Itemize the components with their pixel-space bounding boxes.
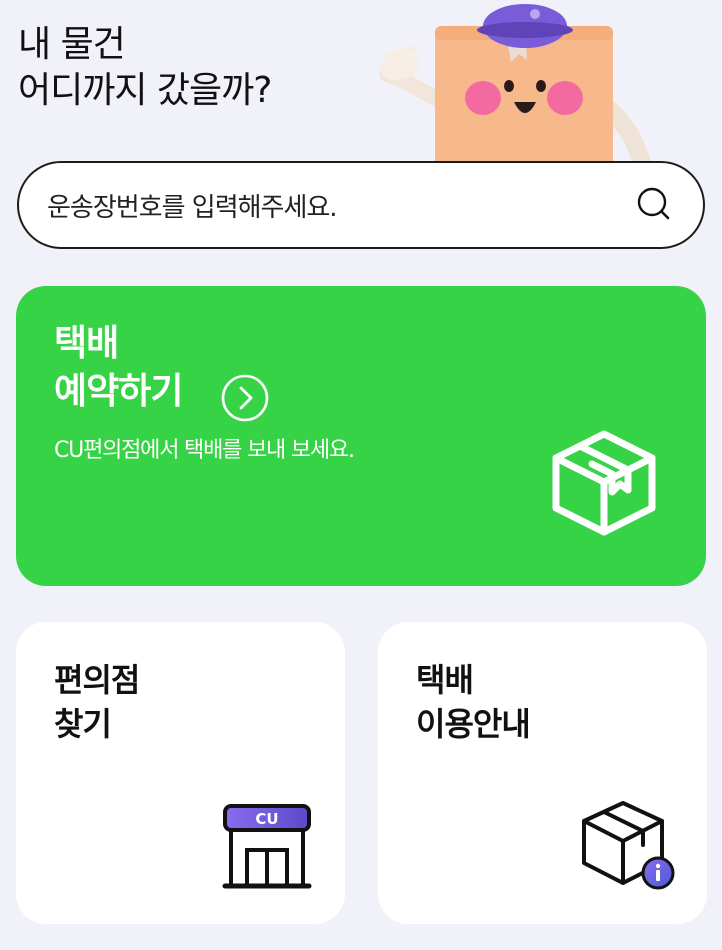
page-title: 내 물건 어디까지 갔을까?: [18, 22, 272, 114]
mascot-illustration: [379, 4, 652, 165]
page-title-line2: 어디까지 갔을까?: [18, 70, 272, 111]
parcel-reservation-card[interactable]: 택배 예약하기 CU편의점에서 택배를 보내 보세요.: [16, 286, 706, 586]
tracking-search-bar[interactable]: 운송장번호를 입력해주세요.: [17, 161, 705, 249]
reservation-subtitle: CU편의점에서 택배를 보내 보세요.: [54, 438, 355, 463]
info-box-icon: [582, 801, 675, 890]
store-sign-text: CU: [255, 810, 278, 828]
find-store-title: 편의점 찾기: [54, 658, 140, 746]
chevron-right-circle-icon[interactable]: [220, 373, 270, 423]
parcel-guide-card[interactable]: 택배 이용안내: [378, 622, 707, 924]
reservation-title-line2: 예약하기: [54, 371, 183, 412]
find-store-title-line2: 찾기: [54, 705, 112, 743]
find-store-card[interactable]: 편의점 찾기 CU: [16, 622, 345, 924]
store-icon: CU: [222, 804, 312, 889]
parcel-guide-title: 택배 이용안내: [416, 658, 531, 746]
search-icon[interactable]: [635, 185, 675, 225]
box-icon: [552, 430, 656, 536]
reservation-title-line1: 택배: [54, 323, 119, 364]
reservation-title: 택배 예약하기: [54, 320, 183, 416]
parcel-guide-title-line1: 택배: [416, 661, 474, 699]
parcel-guide-title-line2: 이용안내: [416, 705, 531, 743]
page-title-line1: 내 물건: [18, 24, 126, 65]
tracking-number-input[interactable]: 운송장번호를 입력해주세요.: [47, 187, 635, 224]
find-store-title-line1: 편의점: [54, 661, 140, 699]
